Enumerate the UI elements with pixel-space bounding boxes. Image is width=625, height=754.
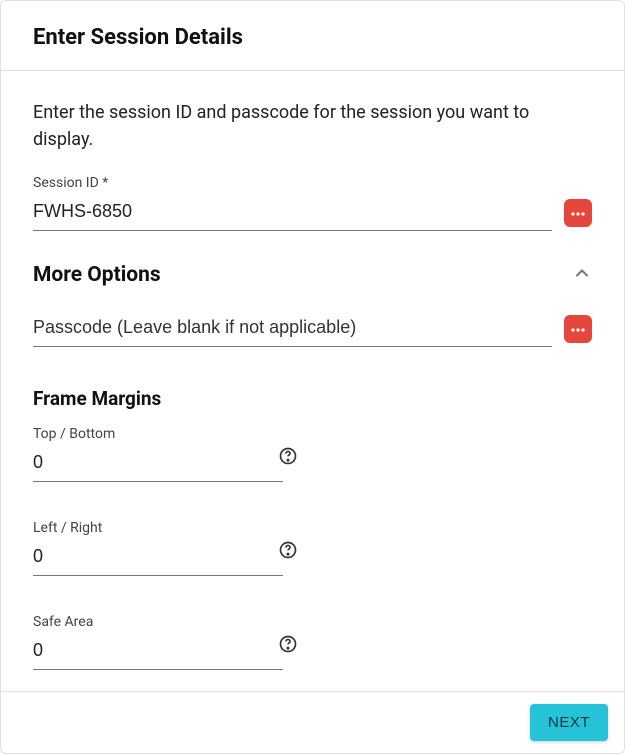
dialog-header: Enter Session Details — [1, 1, 624, 71]
safe-area-input[interactable] — [33, 634, 283, 670]
frame-margins-title: Frame Margins — [33, 387, 592, 410]
session-id-input-row — [33, 195, 592, 231]
passcode-field — [33, 311, 592, 347]
ellipsis-icon — [570, 320, 586, 339]
description-text: Enter the session ID and passcode for th… — [33, 99, 592, 153]
help-icon[interactable] — [278, 634, 298, 658]
dialog-body: Enter the session ID and passcode for th… — [1, 71, 624, 691]
more-options-header[interactable]: More Options — [33, 263, 592, 287]
left-right-input[interactable] — [33, 540, 283, 576]
session-details-dialog: Enter Session Details Enter the session … — [0, 0, 625, 754]
help-icon[interactable] — [278, 540, 298, 564]
session-id-label: Session ID * — [33, 175, 592, 191]
session-id-input[interactable] — [33, 195, 552, 231]
next-button[interactable]: NEXT — [530, 704, 608, 741]
passcode-options-button[interactable] — [564, 315, 592, 343]
top-bottom-label: Top / Bottom — [33, 426, 298, 442]
ellipsis-icon — [570, 204, 586, 223]
help-icon[interactable] — [278, 446, 298, 470]
safe-area-label: Safe Area — [33, 614, 298, 630]
left-right-field: Left / Right — [33, 520, 298, 576]
left-right-label: Left / Right — [33, 520, 298, 536]
safe-area-field: Safe Area — [33, 614, 298, 670]
top-bottom-input[interactable] — [33, 446, 283, 482]
dialog-footer: NEXT — [1, 691, 624, 753]
dialog-title: Enter Session Details — [33, 25, 592, 50]
session-id-options-button[interactable] — [564, 199, 592, 227]
chevron-up-icon — [572, 263, 592, 287]
session-id-field: Session ID * — [33, 175, 592, 231]
margins-grid: Top / Bottom Left / Right — [33, 426, 592, 678]
top-bottom-field: Top / Bottom — [33, 426, 298, 482]
more-options-title: More Options — [33, 263, 161, 287]
passcode-input[interactable] — [33, 311, 552, 347]
